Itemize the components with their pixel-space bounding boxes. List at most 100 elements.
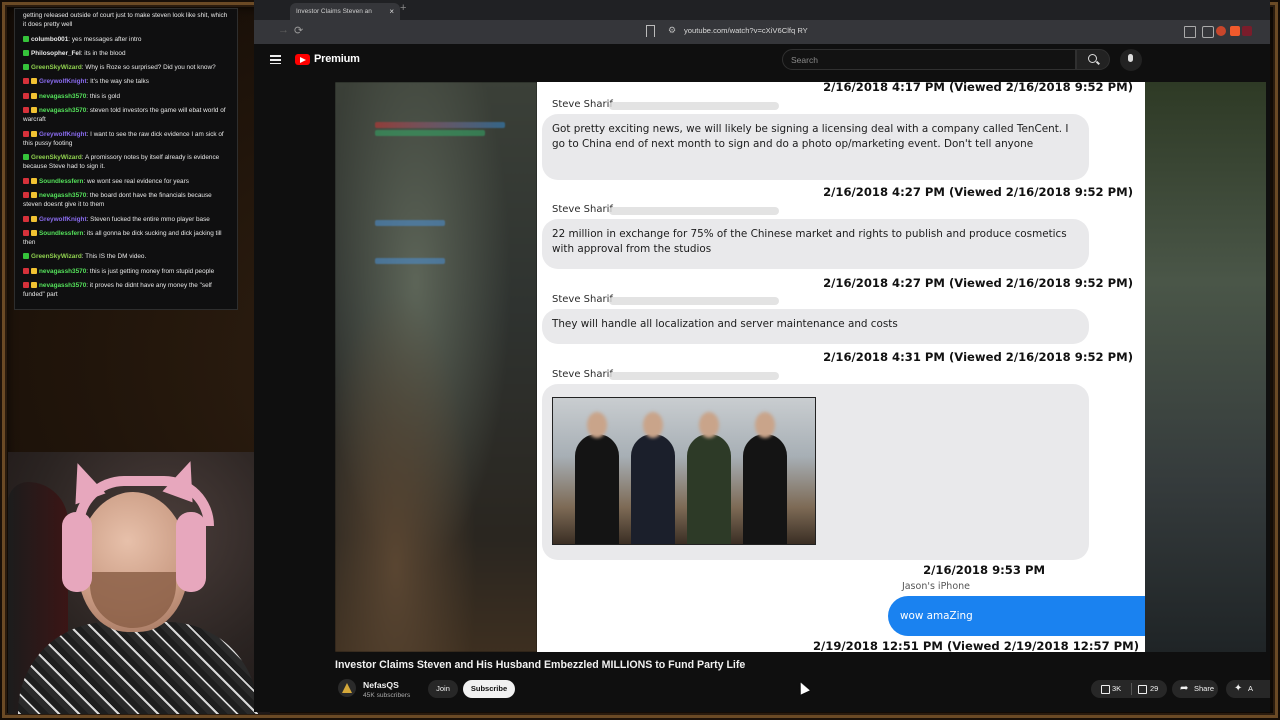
- thumbs-down-icon[interactable]: [1138, 685, 1147, 694]
- youtube-logo-icon[interactable]: [295, 54, 310, 65]
- chat-message: nevagassh3570: the board dont have the f…: [23, 191, 212, 209]
- chat-message: getting released outside of court just t…: [15, 9, 237, 33]
- address-bar-row: → ⟳ ⚙ youtube.com/watch?v=cXiV6Clfq RY: [254, 20, 1270, 44]
- chat-text: this is just getting money from stupid p…: [89, 267, 215, 275]
- chat-username[interactable]: GreywolfKnight: [39, 216, 87, 223]
- chat-username[interactable]: nevagassh3570: [39, 282, 86, 289]
- join-button[interactable]: Join: [428, 680, 458, 698]
- bookmark-icon[interactable]: [646, 25, 655, 37]
- chat-username[interactable]: nevagassh3570: [39, 93, 86, 100]
- chat-text: This IS the DM video.: [85, 253, 147, 261]
- search-button[interactable]: [1076, 49, 1110, 70]
- new-tab-icon[interactable]: +: [400, 2, 406, 14]
- chat-message: GreenSkyWizard: This IS the DM video.: [15, 250, 237, 264]
- microphone-icon: [1128, 54, 1133, 62]
- subscribe-button[interactable]: Subscribe: [463, 680, 515, 698]
- edit-icon[interactable]: [1202, 26, 1214, 38]
- photo-person: [743, 412, 787, 544]
- like-count[interactable]: 3K: [1112, 684, 1121, 693]
- chat-text: getting released outside of court just t…: [23, 12, 228, 29]
- hud-party-bar-2: [375, 258, 445, 264]
- extension-icon[interactable]: [1216, 26, 1226, 36]
- kick-badge-icon: [23, 35, 29, 42]
- chat-username[interactable]: columbo001: [31, 36, 68, 43]
- timestamp: 2/19/2018 12:51 PM (Viewed 2/19/2018 12:…: [812, 639, 1139, 652]
- sub-badge-icon: [31, 78, 37, 85]
- mod-badge-icon: [23, 229, 29, 236]
- photo-person: [687, 412, 731, 544]
- chat-username[interactable]: GreenSkyWizard: [31, 154, 82, 161]
- attached-photo: [552, 397, 816, 545]
- message-bubble: 22 million in exchange for 75% of the Ch…: [542, 219, 1089, 269]
- tab-title: Investor Claims Steven an: [296, 8, 372, 15]
- chat-username[interactable]: nevagassh3570: [39, 268, 86, 275]
- channel-name[interactable]: NefasQS: [363, 680, 399, 690]
- channel-avatar[interactable]: [338, 679, 356, 697]
- url-field[interactable]: youtube.com/watch?v=cXiV6Clfq RY: [684, 26, 808, 35]
- extension-icon-2[interactable]: [1242, 26, 1252, 36]
- chat-username[interactable]: nevagassh3570: [39, 192, 86, 199]
- redaction-blur: [609, 297, 779, 305]
- chat-username[interactable]: GreywolfKnight: [39, 78, 87, 85]
- share-button[interactable]: ➦ Share: [1172, 680, 1218, 698]
- sent-message-bubble: wow amaZing: [888, 596, 1145, 636]
- sub-badge-icon: [31, 177, 37, 184]
- more-actions-button[interactable]: ✦ A: [1226, 680, 1270, 698]
- sub-badge-icon: [31, 191, 37, 198]
- timestamp: 2/16/2018 4:31 PM (Viewed 2/16/2018 9:52…: [823, 350, 1133, 364]
- mod-badge-icon: [23, 92, 29, 99]
- divider: [1131, 683, 1132, 695]
- mod-badge-icon: [23, 78, 29, 85]
- search-input[interactable]: Search: [782, 49, 1076, 70]
- timestamp: 2/16/2018 4:17 PM (Viewed 2/16/2018 9:52…: [823, 82, 1133, 94]
- reload-icon[interactable]: ⟳: [294, 24, 303, 37]
- chat-username[interactable]: Philosopher_Fel: [31, 50, 81, 57]
- chat-message: GreenSkyWizard: Why is Roze so surprised…: [15, 61, 237, 75]
- sender-name: Steve Sharif: [552, 204, 613, 215]
- chat-message: nevagassh3570: this is just getting mone…: [15, 265, 237, 279]
- site-info-icon[interactable]: ⚙: [668, 25, 676, 36]
- sub-badge-icon: [31, 92, 37, 99]
- video-player[interactable]: 2/16/2018 4:17 PM (Viewed 2/16/2018 9:52…: [335, 82, 1145, 652]
- chat-username[interactable]: nevagassh3570: [39, 107, 86, 114]
- headphone-right: [176, 512, 206, 592]
- hamburger-menu-icon[interactable]: [270, 55, 281, 64]
- redaction-blur: [609, 207, 779, 215]
- chat-username[interactable]: Soundlessfern: [39, 178, 83, 185]
- forward-icon[interactable]: →: [278, 24, 289, 36]
- kick-badge-icon: [23, 49, 29, 56]
- thumbs-up-icon[interactable]: [1101, 685, 1110, 694]
- subscriber-count: 45K subscribers: [363, 692, 411, 699]
- chat-message: nevagassh3570: this is gold: [15, 90, 237, 104]
- hud-party-bar: [375, 220, 445, 226]
- brave-icon[interactable]: [1230, 26, 1240, 36]
- video-title: Investor Claims Steven and His Husband E…: [335, 659, 746, 671]
- timestamp: 2/16/2018 4:27 PM (Viewed 2/16/2018 9:52…: [823, 185, 1133, 199]
- stream-chat: getting released outside of court just t…: [14, 8, 238, 310]
- message-screenshot: 2/16/2018 4:17 PM (Viewed 2/16/2018 9:52…: [537, 82, 1145, 652]
- sparkle-icon: ✦: [1234, 683, 1243, 694]
- chat-username[interactable]: Soundlessfern: [39, 230, 83, 237]
- chat-username[interactable]: GreenSkyWizard: [31, 64, 82, 71]
- youtube-premium-label[interactable]: Premium: [314, 53, 360, 65]
- chat-text: we wont see real evidence for years: [86, 177, 189, 185]
- mod-badge-icon: [23, 267, 29, 274]
- timestamp: 2/16/2018 9:53 PM: [923, 563, 1045, 577]
- chat-username[interactable]: GreenSkyWizard: [31, 253, 82, 260]
- share-label: Share: [1194, 684, 1215, 693]
- chat-message: GreywolfKnight: It's the way she talks: [15, 75, 237, 89]
- chat-message: columbo001: yes messages after intro: [15, 33, 237, 47]
- chat-username[interactable]: GreywolfKnight: [39, 131, 87, 138]
- install-app-icon[interactable]: [1184, 26, 1196, 38]
- game-background: [335, 82, 537, 652]
- sub-badge-icon: [31, 267, 37, 274]
- tab-bar: Investor Claims Steven an × +: [254, 0, 1270, 20]
- redaction-blur: [609, 102, 779, 110]
- chat-message: Soundlessfern: its all gonna be dick suc…: [23, 229, 222, 247]
- headphone-left: [62, 512, 92, 592]
- dislike-count[interactable]: 29: [1150, 684, 1158, 693]
- tab-close-icon[interactable]: ×: [389, 3, 394, 20]
- chat-text: yes messages after intro: [71, 35, 142, 43]
- voice-search-button[interactable]: [1120, 49, 1142, 71]
- browser-tab[interactable]: Investor Claims Steven an ×: [290, 3, 400, 20]
